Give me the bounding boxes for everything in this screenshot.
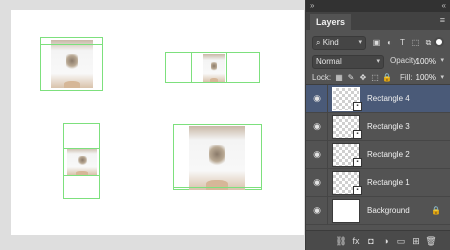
model-hands bbox=[205, 180, 229, 190]
smart-object-filter-icon[interactable]: ⧉ bbox=[423, 37, 434, 48]
lock-image-pixels-icon[interactable]: ✎ bbox=[346, 73, 356, 83]
lock-row: Lock: ▦ ✎ ✥ ⬚ 🔒 Fill: 100% ▾ bbox=[312, 71, 444, 85]
visibility-eye-icon[interactable]: ◉ bbox=[311, 205, 323, 215]
smart-object-icon: ▪ bbox=[353, 130, 362, 139]
filter-toggle[interactable] bbox=[434, 37, 444, 47]
blend-row: Normal ▾ Opacity: 100% ▾ bbox=[312, 55, 444, 69]
layer-row-rectangle-2[interactable]: ◉ ▪ Rectangle 2 bbox=[306, 141, 450, 169]
adjustment-layer-icon[interactable]: ◑ bbox=[380, 235, 392, 247]
layer-row-rectangle-4[interactable]: ◉ ▪ Rectangle 4 bbox=[306, 85, 450, 113]
visibility-eye-icon[interactable]: ◉ bbox=[311, 93, 323, 103]
tshirt-photo bbox=[51, 40, 93, 88]
smart-object-icon: ▪ bbox=[353, 102, 362, 111]
kind-filter-select[interactable]: ⌕ Kind ▾ bbox=[312, 36, 366, 50]
smart-guide bbox=[191, 53, 192, 82]
smart-guide bbox=[64, 148, 99, 149]
fill-label: Fill: bbox=[400, 73, 413, 82]
collapse-panel-icon[interactable]: » bbox=[310, 1, 314, 10]
fill-input[interactable]: 100% bbox=[416, 71, 436, 85]
adjustment-filter-icon[interactable]: ◐ bbox=[384, 37, 395, 48]
image-filter-icon[interactable]: ▣ bbox=[371, 37, 382, 48]
fill-dropdown-icon[interactable]: ▾ bbox=[440, 73, 444, 81]
lock-artboard-icon[interactable]: ⬚ bbox=[370, 73, 380, 83]
tab-layers[interactable]: Layers bbox=[310, 14, 352, 30]
layer-name[interactable]: Rectangle 2 bbox=[367, 150, 410, 159]
panel-topbar: » « bbox=[306, 0, 450, 12]
document-canvas[interactable] bbox=[11, 10, 304, 235]
layer-thumbnail bbox=[332, 199, 360, 223]
layers-list: ◉ ▪ Rectangle 4 ◉ ▪ Rectangle 3 ◉ ▪ Rect… bbox=[306, 84, 450, 225]
shirt-print bbox=[77, 156, 87, 166]
panel-tab-row: Layers ≡ bbox=[306, 12, 450, 30]
trash-icon[interactable]: 🗑 bbox=[425, 235, 437, 247]
visibility-eye-icon[interactable]: ◉ bbox=[311, 177, 323, 187]
panel-menu-icon[interactable]: ≡ bbox=[440, 15, 445, 25]
layer-row-rectangle-3[interactable]: ◉ ▪ Rectangle 3 bbox=[306, 113, 450, 141]
kind-filter-label: Kind bbox=[322, 38, 339, 47]
lock-all-icon[interactable]: 🔒 bbox=[382, 73, 392, 83]
smart-object-icon: ▪ bbox=[353, 158, 362, 167]
smart-guide bbox=[174, 187, 261, 188]
divider bbox=[327, 169, 328, 197]
lock-position-icon[interactable]: ✥ bbox=[358, 73, 368, 83]
shirt-print bbox=[210, 62, 218, 73]
divider bbox=[327, 113, 328, 141]
opacity-dropdown-icon[interactable]: ▾ bbox=[440, 56, 444, 64]
canvas-rectangle-3[interactable] bbox=[63, 123, 100, 199]
visibility-eye-icon[interactable]: ◉ bbox=[311, 149, 323, 159]
canvas-rectangle-4[interactable] bbox=[173, 124, 262, 190]
lock-label: Lock: bbox=[312, 73, 332, 82]
link-layers-icon[interactable]: ⛓ bbox=[335, 235, 347, 247]
new-layer-icon[interactable]: ⊞ bbox=[410, 235, 422, 247]
type-filter-icon[interactable]: T bbox=[397, 37, 408, 48]
model-hands bbox=[63, 80, 81, 88]
new-group-icon[interactable]: ▭ bbox=[395, 235, 407, 247]
divider bbox=[327, 85, 328, 113]
shirt-print bbox=[208, 145, 226, 168]
add-mask-icon[interactable]: ◘ bbox=[365, 235, 377, 247]
blend-mode-select[interactable]: Normal ▾ bbox=[312, 55, 384, 69]
layer-row-rectangle-1[interactable]: ◉ ▪ Rectangle 1 bbox=[306, 169, 450, 197]
opacity-input[interactable]: 100% bbox=[410, 55, 436, 69]
lock-icon: 🔒 bbox=[431, 206, 441, 215]
search-icon: ⌕ bbox=[316, 38, 321, 47]
shirt-print bbox=[65, 54, 79, 72]
shape-filter-icon[interactable]: ⬚ bbox=[410, 37, 421, 48]
chevron-down-icon: ▾ bbox=[358, 39, 362, 46]
expand-panel-icon[interactable]: « bbox=[442, 1, 446, 10]
layer-name[interactable]: Rectangle 4 bbox=[367, 94, 410, 103]
canvas-area[interactable] bbox=[0, 0, 305, 250]
visibility-eye-icon[interactable]: ◉ bbox=[311, 121, 323, 131]
layer-name[interactable]: Background bbox=[367, 206, 410, 215]
canvas-rectangle-1[interactable] bbox=[40, 37, 103, 91]
layer-filter-row: ⌕ Kind ▾ ▣ ◐ T ⬚ ⧉ bbox=[312, 36, 444, 50]
model-hands bbox=[209, 77, 219, 82]
chevron-down-icon: ▾ bbox=[376, 58, 380, 65]
divider bbox=[327, 197, 328, 225]
layers-bottom-bar: ⛓ fx ◘ ◑ ▭ ⊞ 🗑 bbox=[306, 230, 450, 250]
tshirt-photo bbox=[203, 54, 225, 82]
blend-mode-value: Normal bbox=[316, 57, 342, 66]
tshirt-photo bbox=[189, 126, 245, 190]
lock-transparent-pixels-icon[interactable]: ▦ bbox=[334, 73, 344, 83]
tshirt-photo bbox=[67, 148, 97, 175]
layer-row-background[interactable]: ◉ Background 🔒 bbox=[306, 197, 450, 225]
smart-guide bbox=[226, 53, 227, 82]
divider bbox=[327, 141, 328, 169]
canvas-rectangle-2[interactable] bbox=[165, 52, 260, 83]
layers-panel: » « Layers ≡ ⌕ Kind ▾ ▣ ◐ T ⬚ ⧉ Normal ▾… bbox=[305, 0, 450, 250]
layer-name[interactable]: Rectangle 1 bbox=[367, 178, 410, 187]
smart-guide bbox=[41, 44, 103, 45]
fx-icon[interactable]: fx bbox=[350, 235, 362, 247]
smart-object-icon: ▪ bbox=[353, 186, 362, 195]
layer-name[interactable]: Rectangle 3 bbox=[367, 122, 410, 131]
smart-guide bbox=[64, 175, 99, 176]
